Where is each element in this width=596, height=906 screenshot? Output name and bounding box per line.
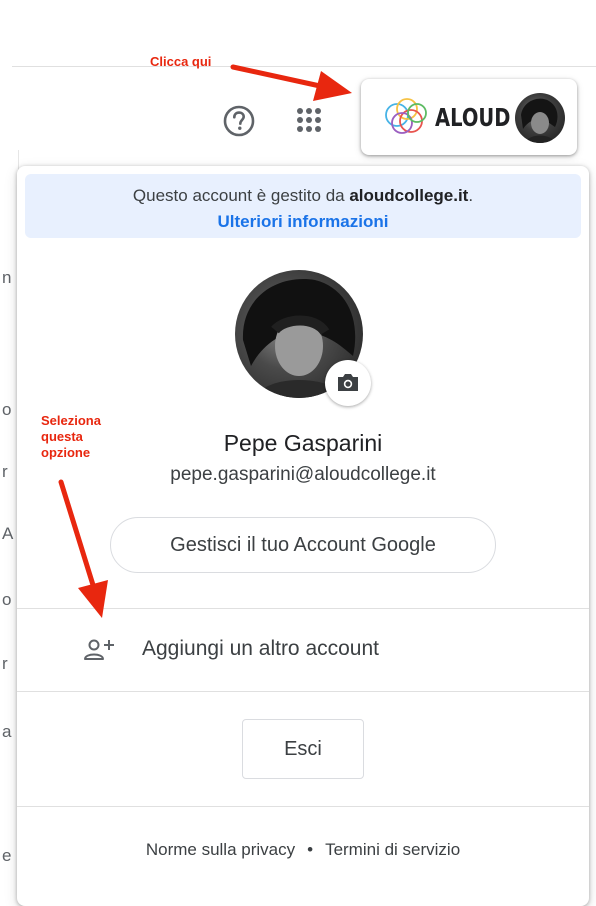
- camera-icon: [338, 374, 358, 391]
- person-add-icon: [83, 637, 115, 663]
- menu-divider: [17, 691, 589, 692]
- add-another-account-item[interactable]: Aggiungi un altro account: [17, 609, 589, 692]
- managed-notice-suffix: .: [468, 186, 474, 205]
- terms-of-service-link[interactable]: Termini di servizio: [325, 840, 460, 859]
- footer-links: Norme sulla privacy • Termini di servizio: [17, 840, 589, 860]
- bg-text-fragment: a: [2, 722, 12, 741]
- sign-out-button[interactable]: Esci: [242, 719, 364, 779]
- bg-text-fragment: o: [2, 590, 12, 609]
- apps-grid-icon[interactable]: [296, 107, 322, 133]
- footer-separator: •: [307, 840, 314, 859]
- bg-text-fragment: A: [2, 524, 14, 543]
- managed-notice-prefix: Questo account è gestito da: [132, 186, 350, 205]
- help-circle-icon[interactable]: [222, 104, 256, 138]
- arrow-to-account-chip: [230, 64, 352, 101]
- account-menu-panel: Questo account è gestito da aloudcollege…: [17, 166, 589, 906]
- menu-divider: [17, 806, 589, 807]
- managed-notice-text: Questo account è gestito da aloudcollege…: [25, 186, 581, 206]
- annotation-line: questa: [41, 429, 83, 444]
- manage-google-account-button[interactable]: Gestisci il tuo Account Google: [110, 517, 496, 573]
- bg-text-fragment: r: [2, 654, 8, 673]
- profile-email: pepe.gasparini@aloudcollege.it: [170, 464, 436, 485]
- privacy-policy-link[interactable]: Norme sulla privacy: [146, 840, 295, 859]
- bg-text-fragment: r: [2, 462, 8, 481]
- aloud-logo-icon: [381, 95, 433, 139]
- top-divider: [12, 66, 596, 67]
- add-account-label: Aggiungi un altro account: [142, 637, 379, 660]
- annotation-line: opzione: [41, 445, 91, 460]
- change-photo-button[interactable]: [325, 360, 371, 406]
- bg-text-fragment: e: [2, 846, 12, 865]
- managed-account-notice: Questo account è gestito da aloudcollege…: [25, 174, 581, 238]
- bg-text-fragment: n: [2, 268, 12, 287]
- profile-name: Pepe Gasparini: [223, 430, 383, 456]
- more-info-link[interactable]: Ulteriori informazioni: [25, 212, 581, 232]
- managed-domain: aloudcollege.it: [349, 186, 469, 205]
- account-switcher-button[interactable]: ALOUD: [361, 79, 577, 155]
- bg-text-fragment: o: [2, 400, 12, 419]
- annotation-select-option: Seleziona questa opzione: [41, 413, 101, 461]
- brand-name: ALOUD: [435, 103, 511, 132]
- profile-avatar: [515, 93, 565, 143]
- annotation-line: Seleziona: [41, 413, 101, 428]
- annotation-click-here: Clicca qui: [150, 54, 212, 69]
